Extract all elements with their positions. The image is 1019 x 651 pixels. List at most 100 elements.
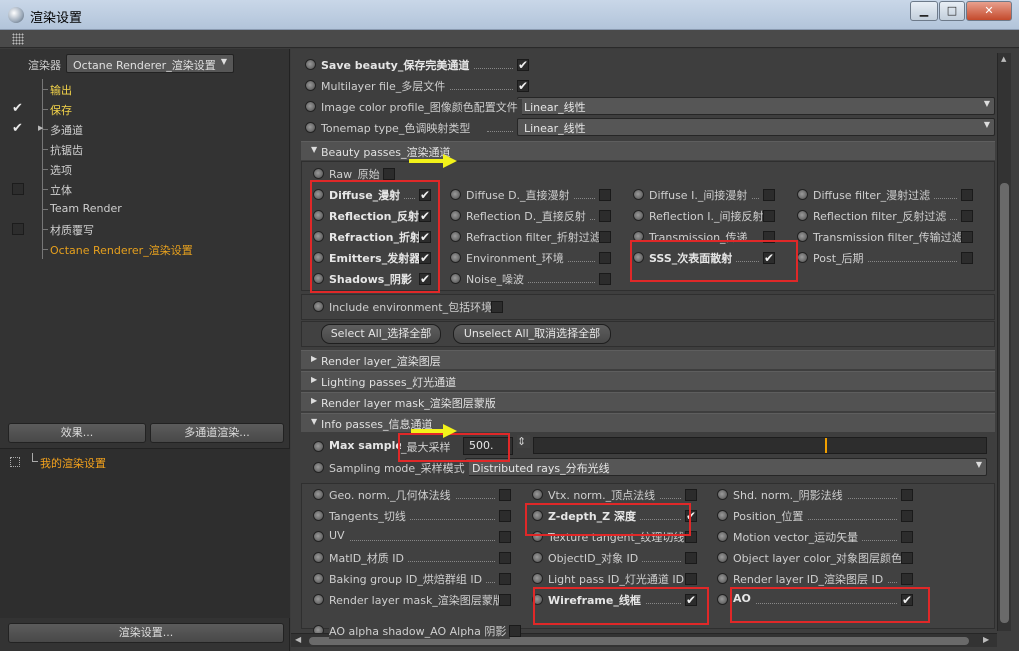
- info-pass-checkbox[interactable]: [685, 552, 697, 564]
- max-samples-slider[interactable]: [533, 437, 987, 454]
- minimize-button[interactable]: ▁: [910, 1, 938, 21]
- beauty-pass-radio[interactable]: [450, 189, 461, 200]
- info-pass-checkbox[interactable]: [901, 552, 913, 564]
- scroll-up-icon[interactable]: ▲: [1001, 55, 1006, 63]
- info-pass-checkbox[interactable]: [901, 573, 913, 585]
- info-pass-radio[interactable]: [717, 510, 728, 521]
- info-pass-checkbox[interactable]: [499, 594, 511, 606]
- expand-arrow-icon[interactable]: ▶: [311, 396, 317, 405]
- beauty-pass-radio[interactable]: [797, 231, 808, 242]
- image-color-profile-radio[interactable]: [305, 101, 316, 112]
- max-samples-radio[interactable]: [313, 441, 324, 452]
- section-collapsed[interactable]: ▶ Lighting passes_灯光通道: [301, 371, 995, 390]
- multilayer-file-checkbox[interactable]: ✔: [517, 80, 529, 92]
- section-info-passes[interactable]: ▼ Info passes_信息通道: [301, 413, 995, 432]
- beauty-pass-radio[interactable]: [633, 210, 644, 221]
- info-pass-checkbox[interactable]: [499, 489, 511, 501]
- tree-item[interactable]: Octane Renderer_渲染设置: [0, 239, 290, 259]
- grip-icon[interactable]: [12, 33, 24, 45]
- info-pass-checkbox[interactable]: [499, 552, 511, 564]
- info-pass-checkbox[interactable]: [685, 489, 697, 501]
- info-pass-radio[interactable]: [532, 552, 543, 563]
- section-beauty-passes[interactable]: ▼ Beauty passes_渲染通道: [301, 141, 995, 160]
- tree-item[interactable]: Team Render: [0, 199, 290, 219]
- include-environment-radio[interactable]: [313, 301, 324, 312]
- beauty-pass-checkbox[interactable]: [599, 231, 611, 243]
- section-collapsed[interactable]: ▶ Render layer mask_渲染图层蒙版: [301, 392, 995, 411]
- tree-checkbox[interactable]: [12, 183, 24, 195]
- collapse-arrow-icon[interactable]: ▼: [311, 417, 317, 426]
- beauty-pass-checkbox[interactable]: [961, 210, 973, 222]
- info-pass-checkbox[interactable]: [685, 573, 697, 585]
- info-pass-radio[interactable]: [717, 573, 728, 584]
- section-collapsed[interactable]: ▶ Render layer_渲染图层: [301, 350, 995, 369]
- info-pass-radio[interactable]: [717, 489, 728, 500]
- beauty-pass-radio[interactable]: [450, 252, 461, 263]
- tree-item[interactable]: 选项: [0, 159, 290, 179]
- save-beauty-checkbox[interactable]: ✔: [517, 59, 529, 71]
- tree-item[interactable]: ✔ ▶ 多通道: [0, 119, 290, 139]
- expand-arrow-icon[interactable]: ▶: [311, 354, 317, 363]
- stepper-arrows-icon[interactable]: ⇕: [517, 435, 531, 448]
- tree-item[interactable]: 立体: [0, 179, 290, 199]
- beauty-pass-radio[interactable]: [797, 189, 808, 200]
- info-pass-radio[interactable]: [532, 489, 543, 500]
- info-pass-checkbox[interactable]: [901, 531, 913, 543]
- scroll-left-icon[interactable]: ◀: [295, 635, 301, 644]
- checkmark-icon[interactable]: ✔: [12, 102, 24, 115]
- tree-item[interactable]: 输出: [0, 79, 290, 99]
- tonemap-type-dropdown[interactable]: Linear_线性 ▼: [517, 118, 995, 136]
- image-color-profile-dropdown[interactable]: Linear_线性 ▼: [517, 97, 995, 115]
- collapse-arrow-icon[interactable]: ▼: [311, 145, 317, 154]
- info-pass-radio[interactable]: [313, 510, 324, 521]
- beauty-pass-checkbox[interactable]: [763, 210, 775, 222]
- slider-handle[interactable]: [824, 438, 827, 453]
- beauty-pass-radio[interactable]: [797, 210, 808, 221]
- info-pass-checkbox[interactable]: [499, 531, 511, 543]
- beauty-pass-checkbox[interactable]: [961, 252, 973, 264]
- render-settings-button[interactable]: 渲染设置...: [8, 623, 284, 643]
- info-pass-radio[interactable]: [717, 531, 728, 542]
- info-pass-radio[interactable]: [313, 594, 324, 605]
- beauty-pass-checkbox[interactable]: [599, 210, 611, 222]
- info-pass-checkbox[interactable]: [499, 573, 511, 585]
- select-all-button[interactable]: Select All_选择全部: [321, 324, 441, 344]
- beauty-pass-radio[interactable]: [633, 189, 644, 200]
- info-pass-checkbox[interactable]: [901, 510, 913, 522]
- multipass-render-button[interactable]: 多通道渲染...: [150, 423, 284, 443]
- multilayer-file-radio[interactable]: [305, 80, 316, 91]
- info-pass-radio[interactable]: [313, 489, 324, 500]
- sampling-mode-dropdown[interactable]: Distributed rays_分布光线 ▼: [465, 458, 987, 476]
- beauty-pass-radio[interactable]: [450, 273, 461, 284]
- include-environment-checkbox[interactable]: [491, 301, 503, 313]
- beauty-pass-checkbox[interactable]: [599, 189, 611, 201]
- scroll-right-icon[interactable]: ▶: [983, 635, 989, 644]
- info-pass-checkbox[interactable]: [901, 489, 913, 501]
- beauty-pass-checkbox[interactable]: [599, 252, 611, 264]
- beauty-pass-checkbox[interactable]: [961, 189, 973, 201]
- info-pass-radio[interactable]: [717, 594, 728, 605]
- beauty-pass-checkbox[interactable]: [599, 273, 611, 285]
- beauty-pass-radio[interactable]: [450, 210, 461, 221]
- tree-item[interactable]: ✔ 保存: [0, 99, 290, 119]
- renderer-dropdown[interactable]: Octane Renderer_渲染设置 ▼: [66, 54, 234, 73]
- save-beauty-radio[interactable]: [305, 59, 316, 70]
- info-pass-radio[interactable]: [313, 552, 324, 563]
- unselect-all-button[interactable]: Unselect All_取消选择全部: [453, 324, 611, 344]
- expand-arrow-icon[interactable]: ▶: [38, 124, 43, 132]
- raw-radio[interactable]: [313, 168, 324, 179]
- ao-alpha-shadow-checkbox[interactable]: [509, 625, 521, 637]
- close-button[interactable]: ✕: [966, 1, 1012, 21]
- tree-item[interactable]: 材质覆写: [0, 219, 290, 239]
- expand-arrow-icon[interactable]: ▶: [311, 375, 317, 384]
- info-pass-radio[interactable]: [717, 552, 728, 563]
- effects-button[interactable]: 效果...: [8, 423, 146, 443]
- beauty-pass-checkbox[interactable]: [763, 189, 775, 201]
- info-pass-checkbox[interactable]: [499, 510, 511, 522]
- tree-item[interactable]: 抗锯齿: [0, 139, 290, 159]
- raw-checkbox[interactable]: [383, 168, 395, 180]
- vertical-scrollbar[interactable]: ▲: [997, 53, 1011, 631]
- beauty-pass-checkbox[interactable]: [961, 231, 973, 243]
- tonemap-type-radio[interactable]: [305, 122, 316, 133]
- info-pass-radio[interactable]: [532, 573, 543, 584]
